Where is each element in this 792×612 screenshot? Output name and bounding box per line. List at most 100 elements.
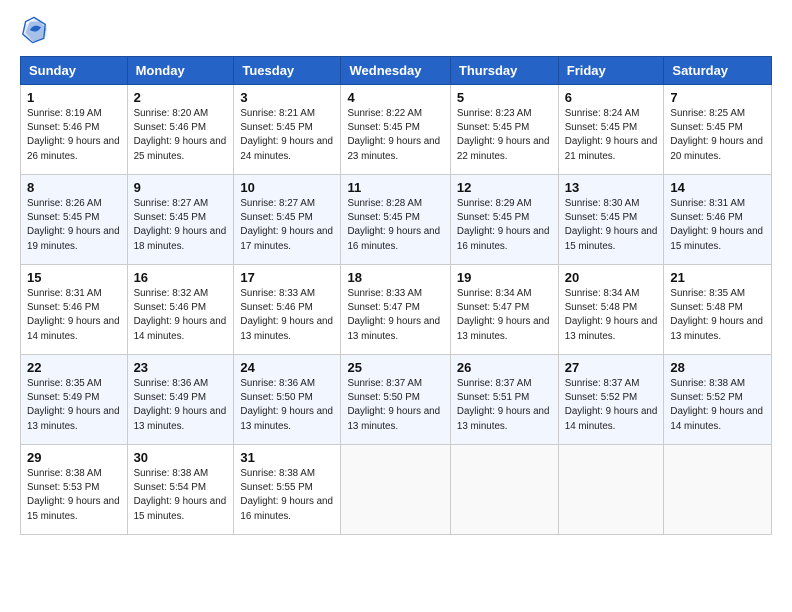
- day-number: 7: [670, 90, 765, 105]
- day-cell: 27 Sunrise: 8:37 AMSunset: 5:52 PMDaylig…: [558, 355, 664, 445]
- day-cell: 31 Sunrise: 8:38 AMSunset: 5:55 PMDaylig…: [234, 445, 341, 535]
- week-row-3: 15 Sunrise: 8:31 AMSunset: 5:46 PMDaylig…: [21, 265, 772, 355]
- day-detail: Sunrise: 8:24 AMSunset: 5:45 PMDaylight:…: [565, 108, 658, 162]
- col-header-monday: Monday: [127, 57, 234, 85]
- day-detail: Sunrise: 8:36 AMSunset: 5:50 PMDaylight:…: [240, 378, 333, 432]
- day-cell: [341, 445, 450, 535]
- week-row-4: 22 Sunrise: 8:35 AMSunset: 5:49 PMDaylig…: [21, 355, 772, 445]
- day-detail: Sunrise: 8:37 AMSunset: 5:51 PMDaylight:…: [457, 378, 550, 432]
- header: [20, 16, 772, 44]
- day-detail: Sunrise: 8:30 AMSunset: 5:45 PMDaylight:…: [565, 198, 658, 252]
- col-header-thursday: Thursday: [450, 57, 558, 85]
- col-header-friday: Friday: [558, 57, 664, 85]
- day-detail: Sunrise: 8:37 AMSunset: 5:50 PMDaylight:…: [347, 378, 440, 432]
- day-number: 9: [134, 180, 228, 195]
- day-cell: 4 Sunrise: 8:22 AMSunset: 5:45 PMDayligh…: [341, 85, 450, 175]
- day-detail: Sunrise: 8:36 AMSunset: 5:49 PMDaylight:…: [134, 378, 227, 432]
- day-cell: 26 Sunrise: 8:37 AMSunset: 5:51 PMDaylig…: [450, 355, 558, 445]
- day-number: 19: [457, 270, 552, 285]
- day-cell: 22 Sunrise: 8:35 AMSunset: 5:49 PMDaylig…: [21, 355, 128, 445]
- day-number: 22: [27, 360, 121, 375]
- day-cell: 8 Sunrise: 8:26 AMSunset: 5:45 PMDayligh…: [21, 175, 128, 265]
- day-cell: 7 Sunrise: 8:25 AMSunset: 5:45 PMDayligh…: [664, 85, 772, 175]
- day-number: 20: [565, 270, 658, 285]
- day-number: 3: [240, 90, 334, 105]
- day-number: 16: [134, 270, 228, 285]
- day-cell: 24 Sunrise: 8:36 AMSunset: 5:50 PMDaylig…: [234, 355, 341, 445]
- logo-icon: [20, 16, 48, 44]
- day-number: 24: [240, 360, 334, 375]
- day-detail: Sunrise: 8:27 AMSunset: 5:45 PMDaylight:…: [240, 198, 333, 252]
- day-detail: Sunrise: 8:22 AMSunset: 5:45 PMDaylight:…: [347, 108, 440, 162]
- day-detail: Sunrise: 8:34 AMSunset: 5:48 PMDaylight:…: [565, 288, 658, 342]
- day-detail: Sunrise: 8:27 AMSunset: 5:45 PMDaylight:…: [134, 198, 227, 252]
- day-number: 21: [670, 270, 765, 285]
- day-detail: Sunrise: 8:35 AMSunset: 5:49 PMDaylight:…: [27, 378, 120, 432]
- day-number: 23: [134, 360, 228, 375]
- day-cell: [450, 445, 558, 535]
- day-cell: 10 Sunrise: 8:27 AMSunset: 5:45 PMDaylig…: [234, 175, 341, 265]
- day-cell: 29 Sunrise: 8:38 AMSunset: 5:53 PMDaylig…: [21, 445, 128, 535]
- day-detail: Sunrise: 8:33 AMSunset: 5:46 PMDaylight:…: [240, 288, 333, 342]
- day-detail: Sunrise: 8:29 AMSunset: 5:45 PMDaylight:…: [457, 198, 550, 252]
- day-number: 25: [347, 360, 443, 375]
- day-cell: 15 Sunrise: 8:31 AMSunset: 5:46 PMDaylig…: [21, 265, 128, 355]
- day-cell: 2 Sunrise: 8:20 AMSunset: 5:46 PMDayligh…: [127, 85, 234, 175]
- day-number: 30: [134, 450, 228, 465]
- day-number: 18: [347, 270, 443, 285]
- day-cell: 5 Sunrise: 8:23 AMSunset: 5:45 PMDayligh…: [450, 85, 558, 175]
- day-number: 28: [670, 360, 765, 375]
- day-cell: 6 Sunrise: 8:24 AMSunset: 5:45 PMDayligh…: [558, 85, 664, 175]
- col-header-tuesday: Tuesday: [234, 57, 341, 85]
- day-number: 10: [240, 180, 334, 195]
- day-cell: 19 Sunrise: 8:34 AMSunset: 5:47 PMDaylig…: [450, 265, 558, 355]
- day-number: 6: [565, 90, 658, 105]
- day-cell: 30 Sunrise: 8:38 AMSunset: 5:54 PMDaylig…: [127, 445, 234, 535]
- day-cell: 1 Sunrise: 8:19 AMSunset: 5:46 PMDayligh…: [21, 85, 128, 175]
- day-number: 29: [27, 450, 121, 465]
- day-detail: Sunrise: 8:31 AMSunset: 5:46 PMDaylight:…: [670, 198, 763, 252]
- day-cell: [664, 445, 772, 535]
- day-number: 2: [134, 90, 228, 105]
- day-detail: Sunrise: 8:38 AMSunset: 5:53 PMDaylight:…: [27, 468, 120, 522]
- day-cell: 13 Sunrise: 8:30 AMSunset: 5:45 PMDaylig…: [558, 175, 664, 265]
- day-detail: Sunrise: 8:38 AMSunset: 5:54 PMDaylight:…: [134, 468, 227, 522]
- day-number: 5: [457, 90, 552, 105]
- day-number: 11: [347, 180, 443, 195]
- day-detail: Sunrise: 8:25 AMSunset: 5:45 PMDaylight:…: [670, 108, 763, 162]
- day-detail: Sunrise: 8:26 AMSunset: 5:45 PMDaylight:…: [27, 198, 120, 252]
- day-cell: [558, 445, 664, 535]
- day-cell: 16 Sunrise: 8:32 AMSunset: 5:46 PMDaylig…: [127, 265, 234, 355]
- day-number: 4: [347, 90, 443, 105]
- day-cell: 3 Sunrise: 8:21 AMSunset: 5:45 PMDayligh…: [234, 85, 341, 175]
- day-number: 15: [27, 270, 121, 285]
- day-cell: 25 Sunrise: 8:37 AMSunset: 5:50 PMDaylig…: [341, 355, 450, 445]
- calendar-table: SundayMondayTuesdayWednesdayThursdayFrid…: [20, 56, 772, 535]
- day-number: 27: [565, 360, 658, 375]
- day-cell: 12 Sunrise: 8:29 AMSunset: 5:45 PMDaylig…: [450, 175, 558, 265]
- day-number: 13: [565, 180, 658, 195]
- day-detail: Sunrise: 8:35 AMSunset: 5:48 PMDaylight:…: [670, 288, 763, 342]
- day-detail: Sunrise: 8:33 AMSunset: 5:47 PMDaylight:…: [347, 288, 440, 342]
- day-detail: Sunrise: 8:37 AMSunset: 5:52 PMDaylight:…: [565, 378, 658, 432]
- day-cell: 23 Sunrise: 8:36 AMSunset: 5:49 PMDaylig…: [127, 355, 234, 445]
- day-detail: Sunrise: 8:21 AMSunset: 5:45 PMDaylight:…: [240, 108, 333, 162]
- day-cell: 17 Sunrise: 8:33 AMSunset: 5:46 PMDaylig…: [234, 265, 341, 355]
- day-cell: 9 Sunrise: 8:27 AMSunset: 5:45 PMDayligh…: [127, 175, 234, 265]
- day-number: 8: [27, 180, 121, 195]
- day-detail: Sunrise: 8:19 AMSunset: 5:46 PMDaylight:…: [27, 108, 120, 162]
- day-cell: 14 Sunrise: 8:31 AMSunset: 5:46 PMDaylig…: [664, 175, 772, 265]
- day-cell: 11 Sunrise: 8:28 AMSunset: 5:45 PMDaylig…: [341, 175, 450, 265]
- day-detail: Sunrise: 8:28 AMSunset: 5:45 PMDaylight:…: [347, 198, 440, 252]
- day-cell: 18 Sunrise: 8:33 AMSunset: 5:47 PMDaylig…: [341, 265, 450, 355]
- col-header-sunday: Sunday: [21, 57, 128, 85]
- week-row-5: 29 Sunrise: 8:38 AMSunset: 5:53 PMDaylig…: [21, 445, 772, 535]
- day-cell: 20 Sunrise: 8:34 AMSunset: 5:48 PMDaylig…: [558, 265, 664, 355]
- day-number: 31: [240, 450, 334, 465]
- day-detail: Sunrise: 8:31 AMSunset: 5:46 PMDaylight:…: [27, 288, 120, 342]
- calendar-header-row: SundayMondayTuesdayWednesdayThursdayFrid…: [21, 57, 772, 85]
- day-number: 14: [670, 180, 765, 195]
- day-detail: Sunrise: 8:20 AMSunset: 5:46 PMDaylight:…: [134, 108, 227, 162]
- day-detail: Sunrise: 8:23 AMSunset: 5:45 PMDaylight:…: [457, 108, 550, 162]
- day-number: 1: [27, 90, 121, 105]
